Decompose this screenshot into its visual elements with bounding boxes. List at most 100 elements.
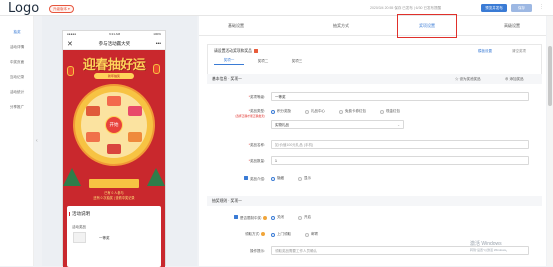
add-prize-button[interactable]: ⊕ 添加奖品 xyxy=(505,74,523,84)
radio-coupon-label: 免费卡券红包 xyxy=(345,109,366,113)
remaining-draws[interactable]: 还有 0 次抽奖 | 查看中奖记录 xyxy=(85,196,143,201)
radio-points-label: 积分奖励 xyxy=(277,109,291,113)
scroll-thumb[interactable] xyxy=(548,46,552,106)
version-badge[interactable]: 升级版本 ▾ xyxy=(49,5,74,13)
scrollbar[interactable] xyxy=(547,16,553,266)
collapse-sidebar-icon[interactable]: ‹ xyxy=(36,138,38,144)
radio-coupon[interactable] xyxy=(339,109,343,114)
rules-prize-name: 一等奖 xyxy=(99,236,110,240)
basic-info-title: 基本信息 · 奖项一 xyxy=(212,77,242,81)
lottery-wheel: 开始 xyxy=(73,84,155,166)
prize-tab-2[interactable]: 奖项二 xyxy=(248,57,278,65)
prize-icon xyxy=(128,132,142,142)
watermark-line-2: 转到“设置”以激活 Windows。 xyxy=(470,248,510,252)
prize-intro-options: 隐藏 显示 xyxy=(271,176,311,181)
prize-count-label: *奖品数量: xyxy=(248,159,265,163)
prize-icon xyxy=(128,106,142,116)
radio-limit-off-label: 关闭 xyxy=(277,215,284,219)
prize-level-input[interactable]: 一等奖 xyxy=(271,92,529,101)
sidebar-item-lottery[interactable]: 抽奖 xyxy=(0,30,34,35)
tree-decoration xyxy=(63,168,81,186)
tip-label: 操作提示: xyxy=(250,249,265,253)
prize-level-label: *奖项等级: xyxy=(248,95,265,99)
preview-publish-button[interactable]: 预览并发布 xyxy=(481,4,507,12)
add-to-pool-button[interactable]: ☆ 设为奖池奖品 xyxy=(455,74,480,84)
radio-onsite-label: 上门领取 xyxy=(277,232,291,236)
prize-name-label: *奖品名称: xyxy=(248,143,265,147)
radio-hide-label: 隐藏 xyxy=(277,176,284,180)
top-bar: Logo 升级版本 ▾ 2020/3/4 20:55 保存 已发布 | 6/30… xyxy=(0,0,553,16)
draw-rules-header: 抽奖规则 · 奖项一 xyxy=(207,196,542,206)
tab-basic[interactable]: 基础设置 xyxy=(207,16,265,36)
lottery-page: 迎春抽好运 新年抽奖 开始 已有 0 人参与 还有 0 次抽奖 | 查看中奖记录 xyxy=(63,50,165,267)
radio-points[interactable] xyxy=(271,109,275,114)
radio-show[interactable] xyxy=(298,176,302,181)
claim-method-label: 领取方式: xyxy=(225,232,265,237)
warning-icon xyxy=(253,49,258,53)
phone-time: 9:21 AM xyxy=(109,32,121,36)
help-icon[interactable] xyxy=(263,216,267,221)
prize-count-input[interactable]: 1 xyxy=(271,156,529,165)
radio-onsite[interactable] xyxy=(271,232,275,237)
sidebar-item-details[interactable]: 活动详情 xyxy=(0,45,34,50)
banner-subtitle: 新年抽奖 xyxy=(94,73,134,79)
radio-gift-center-label: 礼品中心 xyxy=(311,109,325,113)
sidebar: 抽奖 活动详情 中奖页面 互动记录 活动统计 分享推广 xyxy=(0,16,34,266)
sidebar-item-stats[interactable]: 活动统计 xyxy=(0,90,34,95)
more-icon[interactable]: ••• xyxy=(156,41,161,47)
settings-panel: 基础设置 抽奖方式 奖项设置 高级设置 请设置活动奖项和奖品 模板设置 清空奖项… xyxy=(199,14,546,266)
prize-icon xyxy=(86,106,100,116)
active-tab-highlight xyxy=(397,14,457,38)
phone-status-bar: ●●●●● 9:21 AM 100% xyxy=(63,31,165,38)
prize-type-select[interactable]: 实物礼品 ⌄ xyxy=(271,120,404,129)
radio-cash[interactable] xyxy=(380,109,384,114)
sidebar-item-winning-page[interactable]: 中奖页面 xyxy=(0,60,34,65)
save-status: 2020/3/4 20:55 保存 已发布 | 6/30 已发布提醒 xyxy=(370,6,441,10)
prize-type-hint: (选择正确才能正确发奖) xyxy=(235,114,265,118)
start-button[interactable]: 开始 xyxy=(105,116,123,134)
tab-draw-method[interactable]: 抽奖方式 xyxy=(312,16,370,36)
claim-method-options: 上门领取 邮寄 xyxy=(271,232,318,237)
save-button[interactable]: 保存 xyxy=(511,4,532,12)
radio-show-label: 显示 xyxy=(304,176,311,180)
clear-prizes-link[interactable]: 清空奖项 xyxy=(512,49,526,54)
radio-limit-on-label: 开启 xyxy=(304,215,311,219)
prize-type-select-value: 实物礼品 xyxy=(275,123,289,127)
template-settings-link[interactable]: 模板设置 xyxy=(478,49,492,54)
prize-box-title-text: 请设置活动奖项和奖品 xyxy=(214,49,252,53)
radio-mail[interactable] xyxy=(305,232,309,237)
battery-level: 100% xyxy=(153,32,161,36)
ribbon-decoration xyxy=(89,179,139,188)
prize-name-input[interactable]: 如:价值100元礼品 (手机) xyxy=(271,140,529,149)
logo: Logo xyxy=(8,1,40,16)
help-icon[interactable] xyxy=(261,232,265,237)
tab-advanced[interactable]: 高级设置 xyxy=(483,16,541,36)
prize-intro-label: 奖品介绍: xyxy=(225,176,265,182)
radio-gift-center[interactable] xyxy=(305,109,309,114)
radio-cash-label: 现金红包 xyxy=(386,109,400,113)
limit-options: 关闭 开启 xyxy=(271,215,311,220)
basic-info-header: 基本信息 · 奖项一 ☆ 设为奖池奖品 ⊕ 添加奖品 xyxy=(207,74,542,84)
sidebar-item-share[interactable]: 分享推广 xyxy=(0,105,34,110)
radio-limit-off[interactable] xyxy=(271,215,275,220)
prize-icon xyxy=(86,132,100,142)
prize-tab-3[interactable]: 奖项三 xyxy=(282,57,312,65)
tree-decoration xyxy=(147,168,165,186)
prize-tab-1[interactable]: 奖项一 xyxy=(214,57,244,65)
signal-icon: ●●●●● xyxy=(67,32,77,36)
radio-limit-on[interactable] xyxy=(298,215,302,220)
prize-thumbnail xyxy=(73,232,86,243)
radio-hide[interactable] xyxy=(271,176,275,181)
more-menu-icon[interactable]: ⋮ xyxy=(539,4,544,10)
limit-checkbox[interactable] xyxy=(234,215,239,219)
banner-title: 迎春抽好运 xyxy=(82,58,146,73)
rules-prize-label: 活动奖品 xyxy=(72,225,86,229)
sidebar-item-records[interactable]: 互动记录 xyxy=(0,75,34,80)
draw-rules-title: 抽奖规则 · 奖项一 xyxy=(212,199,242,203)
phone-title: 参与活动赢大奖 xyxy=(98,40,131,46)
rules-card: 活动说明 活动奖品 一等奖 xyxy=(67,206,161,267)
intro-checkbox[interactable] xyxy=(244,176,249,180)
draw-info: 已有 0 人参与 还有 0 次抽奖 | 查看中奖记录 xyxy=(85,191,143,200)
windows-activation-watermark: 激活 Windows 转到“设置”以激活 Windows。 xyxy=(470,241,509,253)
settings-tabs: 基础设置 抽奖方式 奖项设置 高级设置 xyxy=(199,14,546,38)
